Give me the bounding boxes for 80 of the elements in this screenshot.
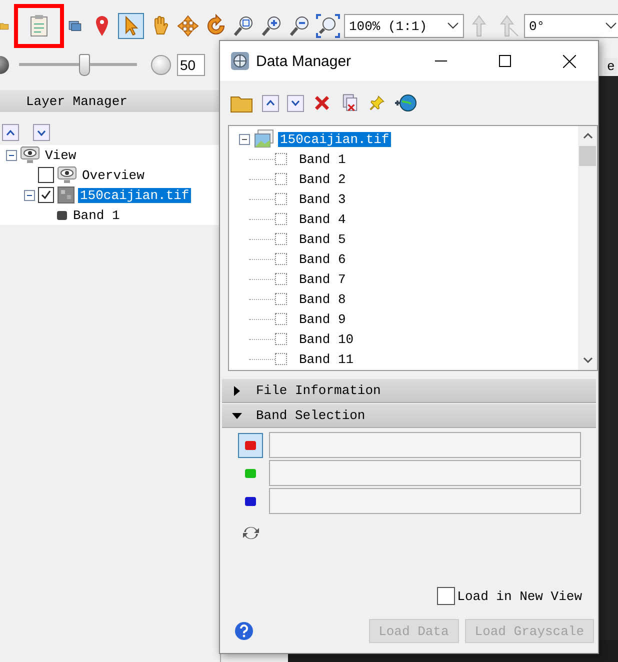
band-label[interactable]: Band 1 [297,152,348,166]
scrollbar[interactable] [578,126,597,370]
chevron-up-icon [6,130,15,136]
checkbox[interactable] [275,313,287,325]
opacity-field[interactable]: 50 [177,54,205,76]
monitor-eye-icon [57,166,77,184]
band-label[interactable]: Band 3 [297,192,348,206]
band-label[interactable]: Band 6 [297,252,348,266]
band-icon [56,209,68,221]
band-field[interactable] [269,460,581,486]
close-icon [562,54,576,68]
window-title: Data Manager [256,52,352,70]
tab-label[interactable]: e [604,58,617,75]
band-label[interactable]: Band 10 [297,332,356,346]
caret-icon [447,22,459,30]
caret-down-icon [232,410,242,420]
checkbox[interactable] [275,253,287,265]
checkbox[interactable] [275,273,287,285]
section-header[interactable]: Band Selection [222,404,596,428]
pin-icon[interactable] [368,94,386,112]
chevron-down-icon [291,100,300,106]
checkbox[interactable] [275,153,287,165]
band-field[interactable] [269,432,581,458]
chevron-down-icon [37,130,46,136]
check-icon [40,189,52,201]
band-label[interactable]: Band 2 [297,172,348,186]
collapse-toggle[interactable] [24,190,35,200]
caret-right-icon [232,386,242,396]
rotation-combo[interactable]: 0° [524,14,618,38]
collapse-toggle[interactable] [6,150,17,160]
raster-icon [57,186,75,204]
layer-label[interactable]: View [43,148,78,162]
layer-label[interactable]: Band 1 [71,208,122,222]
pan-icon[interactable] [176,14,200,38]
chevron-down-icon[interactable] [582,357,592,363]
band-label[interactable]: Band 5 [297,232,348,246]
layer-label[interactable]: Overview [80,168,146,182]
checkbox[interactable] [38,187,54,203]
checkbox[interactable] [275,333,287,345]
move-up-button[interactable] [2,124,19,141]
images-icon [253,129,275,149]
band-label[interactable]: Band 7 [297,272,348,286]
zoom-combo[interactable]: 100% (1:1) [344,14,464,38]
band-label[interactable]: Band 9 [297,312,348,326]
band-label[interactable]: Band 11 [297,352,356,366]
move-up-button[interactable] [262,94,279,112]
panel-header: Layer Manager [0,90,220,112]
file-label[interactable]: 150caijian.tif [278,132,392,146]
zoom-extent-icon[interactable] [316,14,340,38]
channel-button[interactable] [238,432,263,458]
help-icon[interactable] [234,621,254,641]
delete-icon[interactable] [312,93,332,113]
move-down-button[interactable] [287,94,304,112]
band-label[interactable]: Band 8 [297,292,348,306]
checkbox[interactable] [437,587,456,605]
globe-icon [230,51,250,71]
checkbox-label[interactable]: Load in New View [457,588,582,604]
light-circle-icon [151,55,171,75]
checkbox[interactable] [275,213,287,225]
chevron-up-icon[interactable] [582,133,592,139]
checkbox[interactable] [275,233,287,245]
checkbox[interactable] [275,293,287,305]
maximize-icon [499,55,511,67]
move-down-button[interactable] [33,124,50,141]
layer-label[interactable]: 150caijian.tif [78,188,192,202]
checkbox[interactable] [275,193,287,205]
collapse-toggle[interactable] [239,134,250,144]
refresh-icon[interactable] [241,524,261,542]
chevron-up-icon [266,100,275,106]
checkbox[interactable] [275,173,287,185]
band-field[interactable] [269,488,581,514]
scrollbar-thumb[interactable] [579,146,596,166]
band-label[interactable]: Band 4 [297,212,348,226]
delete-all-icon[interactable] [340,93,360,113]
slider-thumb[interactable] [78,54,90,76]
checkbox[interactable] [38,167,54,183]
minimize-icon [435,60,447,62]
caret-icon [605,22,617,30]
checkbox[interactable] [275,353,287,365]
section-header[interactable]: File Information [222,379,596,403]
